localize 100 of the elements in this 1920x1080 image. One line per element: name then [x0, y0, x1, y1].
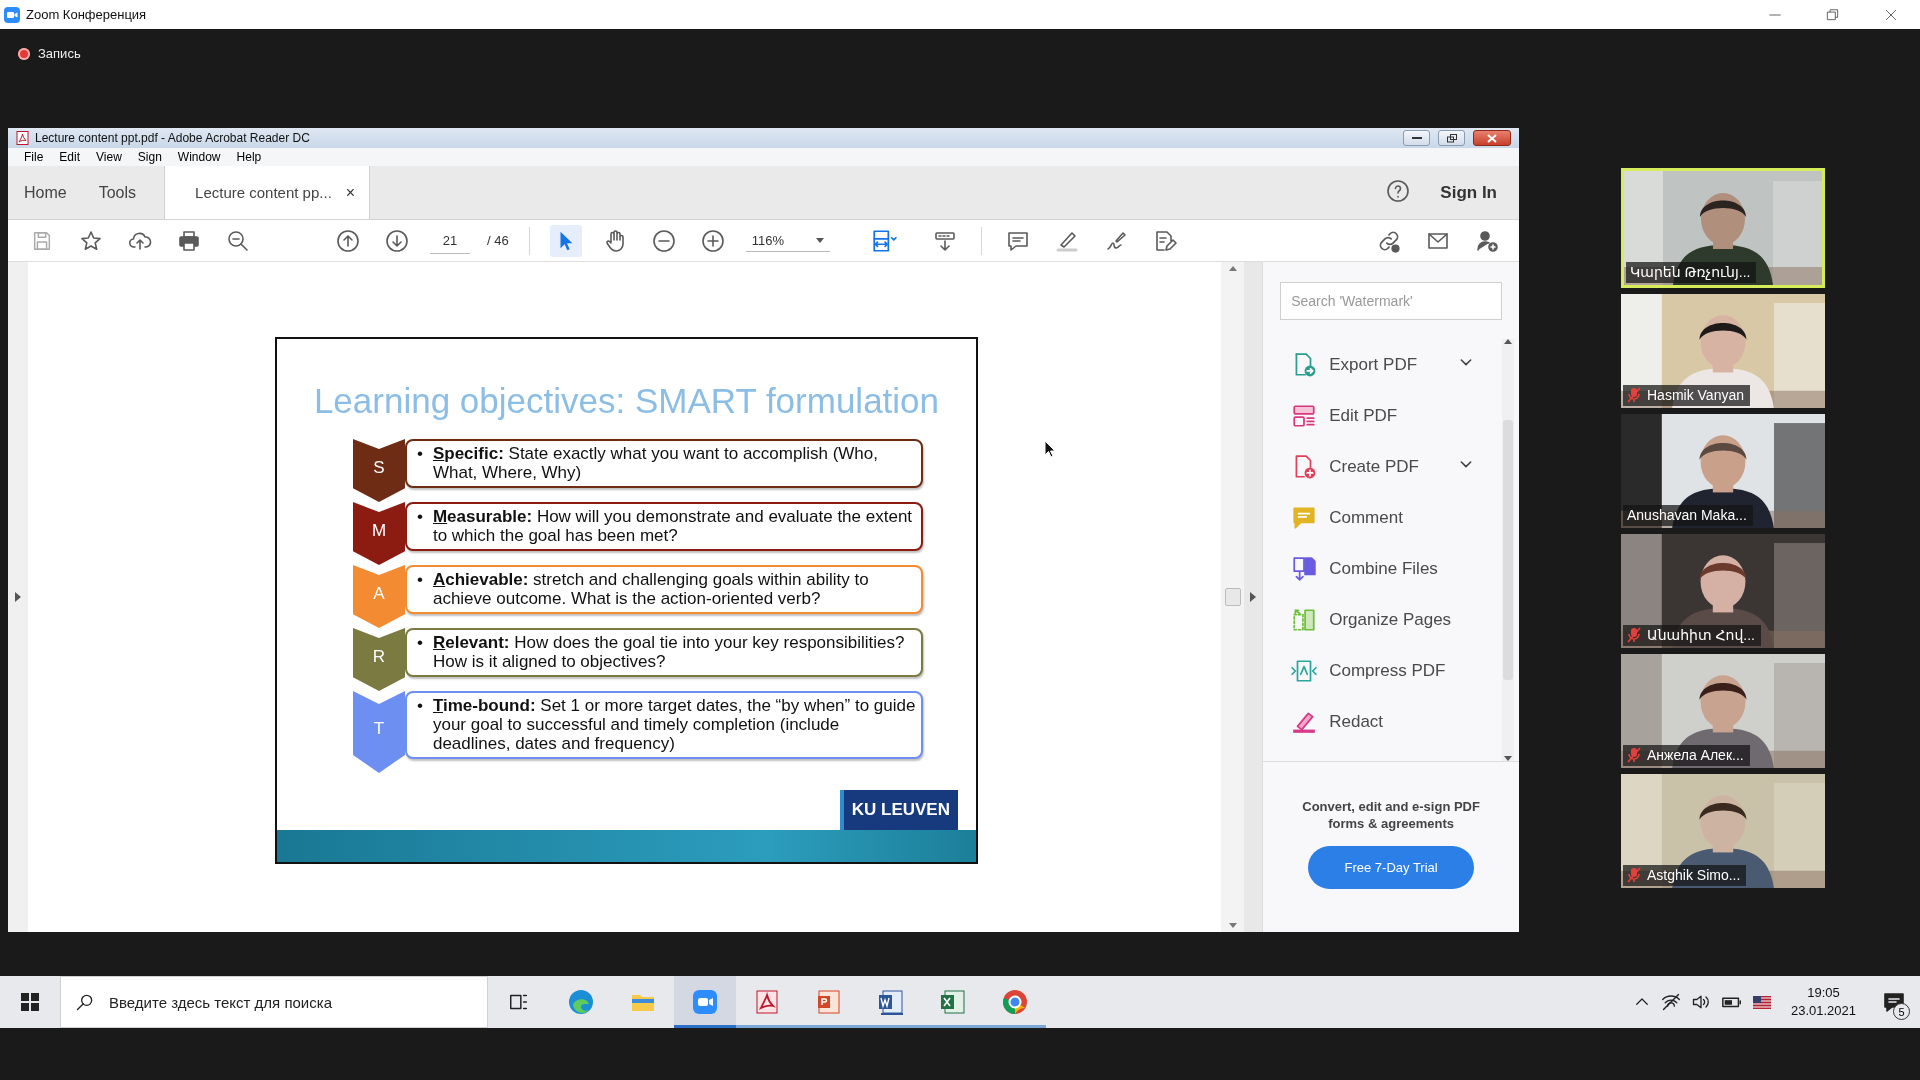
notification-count: 5: [1893, 1003, 1910, 1020]
help-icon[interactable]: [1386, 178, 1411, 203]
combine-files-icon[interactable]: [1291, 555, 1318, 582]
tool-item[interactable]: Redact: [1263, 696, 1502, 747]
tab[interactable]: Tools: [82, 166, 153, 219]
page-down-icon[interactable]: [385, 228, 409, 253]
scroll-up-icon[interactable]: [1228, 266, 1237, 271]
edit-pdf-icon[interactable]: [1291, 402, 1318, 429]
start-icon[interactable]: [21, 993, 39, 1011]
zoom-in-icon[interactable]: [700, 228, 725, 253]
minimize-button[interactable]: [1403, 130, 1430, 146]
menu-item[interactable]: Window: [169, 150, 229, 164]
select-tool-button[interactable]: [549, 224, 582, 257]
restore-icon[interactable]: [1826, 7, 1840, 22]
close-button[interactable]: [1473, 130, 1511, 146]
objective-text: • Specific: State exactly what you want to accomplish (Who, What, Where, Why): [405, 439, 923, 488]
university-logo: KU LEUVEN: [839, 790, 958, 830]
participant-name: Anushavan Maka...: [1627, 507, 1747, 523]
add-user-icon[interactable]: [1475, 228, 1499, 253]
video-tile[interactable]: Astghik Simo...: [1621, 774, 1825, 888]
browser-wave-icon[interactable]: [567, 988, 595, 1016]
scrollbar[interactable]: [1502, 339, 1514, 761]
scrollbar[interactable]: [1221, 262, 1245, 932]
fit-page-icon[interactable]: [870, 227, 897, 254]
pdf-file-icon: [16, 131, 29, 145]
recording-label: Запись: [38, 46, 81, 61]
tab[interactable]: Home: [8, 166, 83, 219]
expand-left-icon[interactable]: [15, 592, 21, 602]
participant-name: Անահիտ Հով...: [1647, 627, 1755, 643]
round-browser-icon[interactable]: [1001, 988, 1029, 1016]
clock[interactable]: 19:05 23.01.2021: [1790, 984, 1856, 1020]
zoom-search-icon[interactable]: [226, 228, 250, 253]
caret-icon: [815, 237, 824, 243]
window-title: Zoom Конференция: [26, 7, 148, 22]
tool-item[interactable]: Edit PDF: [1263, 390, 1502, 441]
objective-text: • Achievable: stretch and challenging goals within ability to achieve outcome. What is the action-oriented verb?: [405, 565, 923, 614]
menu-item[interactable]: Help: [228, 150, 270, 164]
pdf-app-icon[interactable]: [753, 988, 781, 1016]
video-tile[interactable]: Anushavan Maka...: [1621, 414, 1825, 528]
objective-text: • Time-bound: Set 1 or more target dates, the “by when” to guide your goal to successful and timely completion (include deadlines, dates and frequency): [405, 691, 923, 759]
tool-item[interactable]: Compress PDF: [1263, 645, 1502, 696]
video-camera-icon: [4, 6, 20, 23]
page-up-icon[interactable]: [336, 228, 360, 253]
video-tile[interactable]: Анжела Алек...: [1621, 654, 1825, 768]
zoom-out-icon[interactable]: [651, 228, 676, 253]
close-icon: [1487, 133, 1497, 143]
taskbar-app[interactable]: [674, 976, 736, 1028]
tool-item[interactable]: Create PDF: [1263, 441, 1502, 492]
tool-item[interactable]: Combine Files: [1263, 543, 1502, 594]
mouse-pointer-icon: [1044, 440, 1056, 458]
slide-title: Learning objectives: SMART formulation: [312, 381, 941, 422]
page-count: / 46: [487, 233, 509, 248]
printer-icon[interactable]: [177, 228, 201, 253]
network-icon[interactable]: [1660, 992, 1681, 1012]
video-camera-icon[interactable]: [691, 988, 719, 1016]
free-trial-button[interactable]: Free 7-Day Trial: [1308, 846, 1475, 889]
tool-item[interactable]: Comment: [1263, 492, 1502, 543]
video-tile[interactable]: Անահիտ Հով...: [1621, 534, 1825, 648]
search-field[interactable]: Search 'Watermark': [1280, 282, 1502, 320]
step-chevron: T: [353, 691, 405, 773]
sign-in-button[interactable]: Sign In: [1410, 166, 1519, 219]
close-tab-button[interactable]: ×: [345, 183, 356, 202]
document-app-icon[interactable]: [877, 988, 905, 1016]
tool-item[interactable]: Organize Pages: [1263, 594, 1502, 645]
participant-name: Astghik Simo...: [1647, 867, 1741, 883]
minimize-icon: [1411, 136, 1422, 140]
objective-text: • Measurable: How will you demonstrate and evaluate the extent to which the goal has been met?: [405, 502, 923, 551]
flag-icon[interactable]: [1752, 995, 1771, 1009]
tool-item[interactable]: Export PDF: [1263, 339, 1502, 390]
menu-item[interactable]: File: [16, 150, 52, 164]
video-tile[interactable]: Hasmik Vanyan: [1621, 294, 1825, 408]
participant-name: Анжела Алек...: [1647, 747, 1744, 763]
video-tile[interactable]: Կարեն Թռչունյ...: [1621, 168, 1825, 288]
scroll-up-icon[interactable]: [1504, 339, 1512, 344]
close-icon[interactable]: [1884, 7, 1898, 22]
zoom-level-dropdown[interactable]: 116%: [745, 229, 830, 252]
taskbar-search-box[interactable]: Введите здесь текст для поиска: [60, 976, 488, 1028]
taskbar-search-field[interactable]: Введите здесь текст для поиска: [107, 992, 471, 1012]
participant-name: Hasmik Vanyan: [1647, 387, 1744, 403]
compress-pdf-icon[interactable]: [1291, 657, 1318, 684]
step-chevron: M: [353, 502, 405, 565]
menu-item[interactable]: Edit: [51, 150, 89, 164]
scroll-down-icon[interactable]: [1228, 923, 1237, 928]
step-chevron: S: [353, 439, 405, 502]
participant-name: Կարեն Թռչունյ...: [1630, 264, 1751, 280]
spreadsheet-app-icon[interactable]: [939, 988, 967, 1016]
menu-item[interactable]: Sign: [129, 150, 170, 164]
slides-app-icon[interactable]: [815, 988, 843, 1016]
menu-item[interactable]: View: [88, 150, 130, 164]
search-icon: [75, 992, 95, 1012]
star-icon[interactable]: [79, 228, 103, 253]
restore-button[interactable]: [1438, 130, 1465, 146]
restore-icon: [1446, 133, 1457, 143]
step-chevron: A: [353, 565, 405, 628]
scroll-thumb[interactable]: [1224, 588, 1241, 606]
scroll-down-icon[interactable]: [1504, 756, 1512, 761]
window-title: Lecture content ppt.pdf - Adobe Acrobat Reader DC: [35, 131, 311, 145]
objective-text: • Relevant: How does the goal tie into your key responsibilities? How is it aligned to objectives?: [405, 628, 923, 677]
tab[interactable]: Lecture content pp... ×: [164, 166, 371, 219]
collapse-panel-icon[interactable]: [1250, 592, 1257, 602]
